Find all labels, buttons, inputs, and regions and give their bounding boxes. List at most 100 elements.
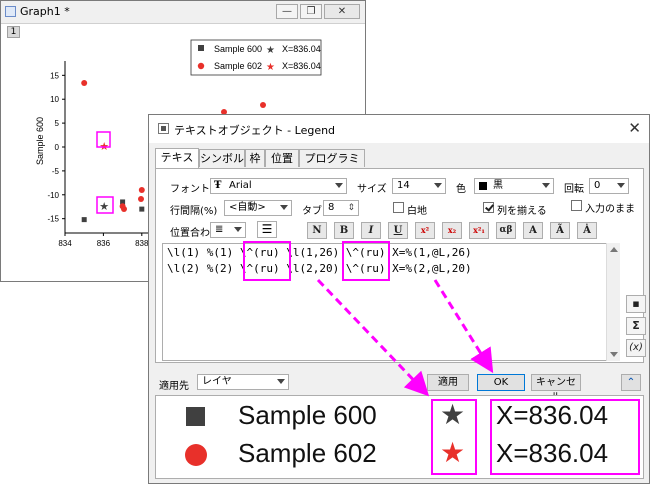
data-point[interactable] — [260, 102, 266, 108]
alignment-select[interactable]: ≣ — [210, 222, 246, 238]
star-marker[interactable]: ★ — [99, 200, 109, 213]
tab-size-spinner[interactable]: 8 ⇕ — [323, 200, 359, 216]
font-label: フォント — [170, 184, 210, 195]
white-bg-checkbox[interactable] — [393, 202, 404, 213]
data-point[interactable] — [138, 187, 145, 193]
editor-scrollbar[interactable] — [606, 243, 620, 361]
apply-to-value: レイヤ — [202, 376, 232, 387]
highlight-editor-ru-2 — [342, 241, 390, 281]
legend-square-marker — [198, 45, 204, 51]
tab-programming[interactable]: プログラミング — [299, 149, 365, 183]
as-input-checkbox[interactable] — [571, 200, 582, 211]
legend-label-1: Sample 600 — [214, 44, 262, 54]
rotate-label: 回転 — [564, 184, 584, 195]
graph-legend[interactable]: Sample 600 ★ X=836.04 Sample 602 ★ X=836… — [190, 39, 322, 76]
preview-circle-marker — [185, 444, 207, 466]
line-spacing-select[interactable]: <自動> — [224, 200, 292, 216]
align-columns-checkbox[interactable] — [483, 202, 494, 213]
spinner-arrows-icon[interactable]: ⇕ — [347, 203, 355, 213]
legend-xvalue-2: X=836.04 — [282, 61, 321, 71]
data-point[interactable] — [81, 217, 87, 223]
line-style-button[interactable]: ☰ — [257, 221, 277, 238]
color-select[interactable]: 黒 — [474, 178, 554, 194]
chevron-down-icon — [280, 205, 288, 210]
editor-line-2: \l(2) %(2) \^(ru) \l(2,20) \^(ru) X=%(2,… — [167, 262, 472, 275]
x-tick-label: 836 — [97, 239, 111, 248]
align-left-icon: ≣ — [215, 224, 224, 235]
insert-symbol-button[interactable]: ▪ — [626, 295, 646, 313]
y-tick-label: -10 — [47, 191, 59, 200]
legend-star-1: ★ — [266, 45, 275, 56]
as-input-label: 入力のまま — [585, 204, 635, 215]
truetype-icon: Ŧ — [214, 180, 222, 191]
insert-variable-button[interactable]: (x) — [626, 339, 646, 357]
legend-label-2: Sample 602 — [214, 61, 262, 71]
superscript-button[interactable]: x² — [415, 222, 435, 239]
chevron-down-icon — [542, 183, 550, 188]
tab-frame[interactable]: 枠 — [245, 149, 265, 167]
restore-button[interactable]: ❐ — [300, 4, 322, 19]
subscript-button[interactable]: x₂ — [442, 222, 462, 239]
preview-label-1: Sample 600 — [238, 400, 377, 430]
minimize-button[interactable]: — — [276, 4, 298, 19]
apply-to-label: 適用先 — [159, 381, 189, 392]
y-tick-label: -5 — [52, 167, 60, 176]
underline-button[interactable]: U — [388, 222, 408, 239]
dialog-titlebar[interactable]: テキストオブジェクト - Legend ✕ — [149, 115, 649, 143]
align-columns-label: 列を揃える — [497, 206, 547, 217]
overline-button[interactable]: A — [523, 222, 543, 239]
scroll-down-icon[interactable] — [610, 352, 618, 357]
tilde-button[interactable]: Ã — [550, 222, 570, 239]
data-point[interactable] — [121, 206, 127, 212]
dot-accent-button[interactable]: Ȧ — [577, 222, 597, 239]
apply-button[interactable]: 適用 — [427, 374, 469, 391]
font-select[interactable]: Ŧ Arial — [210, 178, 347, 194]
color-value: 黒 — [493, 180, 503, 191]
editor-line-1: \l(1) %(1) \^(ru) \l(1,26) \^(ru) X=%(1,… — [167, 246, 472, 259]
highlight-editor-ru-1 — [243, 241, 291, 281]
x-tick-label: 834 — [58, 239, 72, 248]
data-point[interactable] — [139, 206, 145, 212]
y-tick-label: 0 — [55, 143, 60, 152]
chevron-down-icon — [234, 227, 242, 232]
legend-circle-marker — [197, 62, 205, 70]
tab-symbol[interactable]: シンボル — [199, 149, 245, 167]
size-select[interactable]: 14 — [392, 178, 446, 194]
y-tick-label: 10 — [50, 95, 59, 104]
color-label: 色 — [456, 184, 466, 195]
preview-square-marker — [186, 407, 205, 426]
supsub-button[interactable]: x²₁ — [469, 222, 489, 239]
data-point[interactable] — [138, 196, 144, 202]
apply-to-select[interactable]: レイヤ — [197, 374, 289, 390]
chevron-down-icon — [434, 183, 442, 188]
italic-button[interactable]: I — [361, 222, 381, 239]
bold-button[interactable]: B — [334, 222, 354, 239]
greek-button[interactable]: αβ — [496, 222, 516, 239]
dialog-icon — [158, 123, 169, 134]
dialog-close-button[interactable]: ✕ — [628, 119, 641, 137]
cancel-button[interactable]: キャンセル — [531, 374, 581, 403]
y-tick-label: -15 — [47, 215, 59, 224]
tab-position[interactable]: 位置 — [265, 149, 299, 167]
normal-format-button[interactable]: N — [307, 222, 327, 239]
dialog-title: テキストオブジェクト - Legend — [174, 124, 336, 137]
data-point[interactable] — [81, 79, 88, 86]
chevron-down-icon — [617, 183, 625, 188]
size-label: サイズ — [357, 184, 387, 195]
chevron-down-icon — [277, 379, 285, 384]
text-editor[interactable]: \l(1) %(1) \^(ru) \l(1,26) \^(ru) X=%(1,… — [162, 243, 620, 361]
text-tab-panel: フォント Ŧ Arial サイズ 14 色 黒 回転 0 行間隔(%) <自動>… — [155, 168, 646, 363]
chevron-down-icon — [335, 183, 343, 188]
rotate-value: 0 — [594, 180, 601, 191]
legend-xvalue-1: X=836.04 — [282, 44, 321, 54]
y-tick-label: 15 — [50, 71, 59, 80]
close-button[interactable]: ✕ — [324, 4, 360, 19]
sigma-button[interactable]: Σ — [626, 317, 646, 335]
scroll-up-icon[interactable] — [610, 247, 618, 252]
tab-text[interactable]: テキスト — [155, 148, 199, 182]
collapse-button[interactable]: ⌃ — [621, 374, 641, 391]
y-axis-label: Sample 600 — [35, 117, 45, 165]
graph-titlebar[interactable]: Graph1 * — ❐ ✕ — [1, 1, 365, 24]
ok-button[interactable]: OK — [477, 374, 525, 391]
rotate-select[interactable]: 0 — [589, 178, 629, 194]
